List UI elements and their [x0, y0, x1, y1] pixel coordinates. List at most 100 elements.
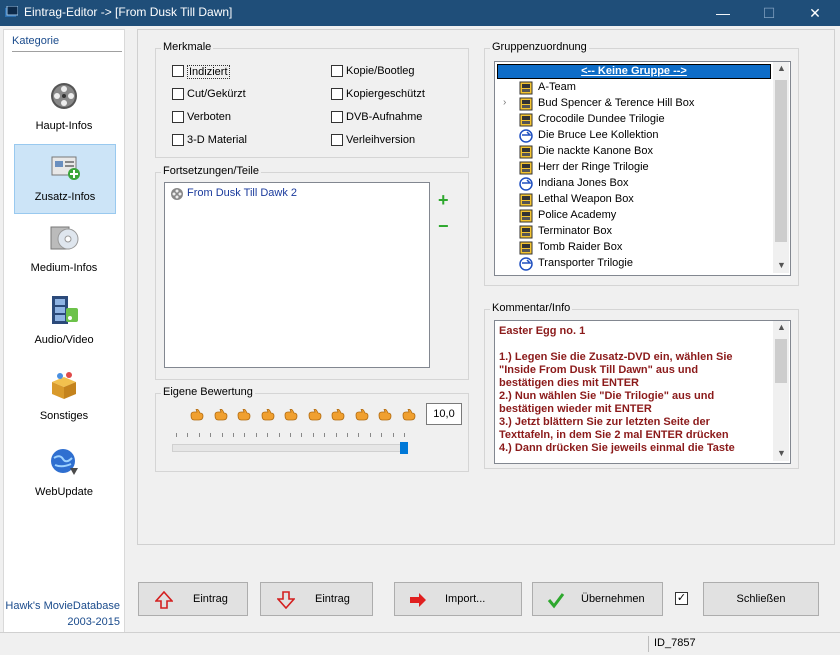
list-item[interactable]: Terminator Box — [495, 224, 773, 240]
sidebar-item-haupt-infos[interactable]: Haupt-Infos — [14, 74, 114, 142]
film-box-icon — [519, 97, 533, 111]
cut-gekuerzt-checkbox[interactable] — [172, 88, 184, 100]
gruppen-title: Gruppenzuordnung — [490, 41, 589, 53]
sidebar-item-label: WebUpdate — [35, 486, 93, 498]
kopie-bootleg-checkbox[interactable] — [331, 65, 343, 77]
remove-fortsetzung-button[interactable]: − — [438, 216, 449, 237]
group-label: Crocodile Dundee Trilogie — [538, 113, 665, 125]
sidebar-item-sonstiges[interactable]: Sonstiges — [14, 364, 114, 432]
slider-tick — [369, 433, 371, 437]
comment-line: 2.) Nun wählen Sie "Die Trilogie" aus un… — [499, 390, 715, 402]
minimize-button[interactable]: — — [700, 0, 746, 26]
list-item[interactable]: Lethal Weapon Box — [495, 192, 773, 208]
rating-stars — [190, 408, 415, 423]
slider-tick — [198, 433, 200, 437]
category-sidebar: Kategorie Haupt-Infos Zusatz-Infos Mediu… — [3, 29, 125, 636]
uebernehmen-button[interactable]: Übernehmen — [532, 582, 663, 616]
brand-name: Hawk's MovieDatabase — [5, 600, 120, 612]
list-item[interactable]: Herr der Ringe Trilogie — [495, 160, 773, 176]
rating-thumb-icon — [308, 408, 322, 421]
red-arrow-right-icon — [410, 593, 426, 607]
verleihversion-checkbox[interactable] — [331, 134, 343, 146]
group-label: Die Bruce Lee Kollektion — [538, 129, 659, 141]
list-item[interactable]: <-- Keine Gruppe --> — [495, 64, 773, 80]
group-label: Indiana Jones Box — [538, 177, 629, 189]
list-item[interactable]: Bud Spencer & Terence Hill Box — [495, 96, 773, 112]
entry-id: ID_7857 — [654, 637, 696, 649]
scroll-up-icon[interactable]: ▲ — [777, 63, 786, 73]
category-heading: Kategorie — [12, 35, 60, 47]
rating-thumb-icon — [284, 408, 298, 421]
comment-line: "Inside From Dusk Till Dawn" aus und — [499, 364, 699, 376]
sidebar-item-medium-infos[interactable]: Medium-Infos — [14, 216, 114, 284]
sidebar-item-label: Haupt-Infos — [35, 120, 93, 132]
merkmale-title: Merkmale — [161, 41, 214, 53]
scroll-thumb[interactable] — [775, 339, 787, 383]
expand-chevron-icon[interactable]: › — [503, 97, 506, 108]
comment-line: 4.) Dann drücken Sie jeweils einmal die … — [499, 442, 735, 454]
list-item[interactable]: From Dusk Till Dawk 2 — [169, 186, 419, 202]
kopiergeschuetzt-checkbox[interactable] — [331, 88, 343, 100]
schliessen-button[interactable]: Schließen — [703, 582, 819, 616]
close-after-save-checkbox[interactable]: ✓ — [675, 592, 688, 605]
list-item[interactable]: Tomb Raider Box — [495, 240, 773, 256]
add-fortsetzung-button[interactable]: + — [438, 190, 449, 211]
kommentar-textarea[interactable]: Easter Egg no. 1 1.) Legen Sie die Zusatz… — [494, 320, 791, 464]
scroll-up-icon[interactable]: ▲ — [777, 322, 786, 332]
scroll-thumb[interactable] — [775, 80, 787, 242]
film-box-icon — [519, 161, 533, 175]
rating-thumb-icon — [214, 408, 228, 421]
list-item[interactable]: Die nackte Kanone Box — [495, 144, 773, 160]
rating-slider[interactable] — [172, 430, 408, 458]
sidebar-item-label: Medium-Infos — [30, 262, 98, 274]
list-item[interactable]: Transporter Trilogie — [495, 256, 773, 272]
scroll-down-icon[interactable]: ▼ — [777, 260, 786, 270]
brand-years: 2003-2015 — [67, 616, 120, 628]
filmstrip-music-icon — [52, 296, 78, 324]
sidebar-item-audio-video[interactable]: Audio/Video — [14, 288, 114, 356]
title-bar[interactable]: Eintrag-Editor -> [From Dusk Till Dawn] … — [0, 0, 840, 26]
fortsetzungen-list[interactable]: From Dusk Till Dawk 2 — [164, 182, 430, 368]
list-item[interactable]: Police Academy — [495, 208, 773, 224]
group-label: Tomb Raider Box — [538, 241, 623, 253]
slider-tick — [187, 433, 189, 437]
indiziert-checkbox[interactable] — [172, 65, 184, 77]
eintrag-up-button[interactable]: Eintrag — [138, 582, 248, 616]
status-bar: ID_7857 — [0, 632, 840, 655]
sidebar-item-webupdate[interactable]: WebUpdate — [14, 440, 114, 508]
sidebar-item-zusatz-infos[interactable]: Zusatz-Infos — [14, 144, 116, 214]
3d-material-checkbox[interactable] — [172, 134, 184, 146]
import-button[interactable]: Import... — [394, 582, 522, 616]
category-divider — [12, 51, 122, 52]
eintrag-down-button[interactable]: Eintrag — [260, 582, 373, 616]
slider-tick — [301, 433, 303, 437]
gruppen-list[interactable]: <-- Keine Gruppe --> A-Team Bud Spencer & … — [494, 61, 791, 276]
list-item[interactable]: Crocodile Dundee Trilogie — [495, 112, 773, 128]
scroll-down-icon[interactable]: ▼ — [777, 448, 786, 458]
list-item[interactable]: Die Bruce Lee Kollektion — [495, 128, 773, 144]
rating-thumb-icon — [237, 408, 251, 421]
window-title: Eintrag-Editor -> [From Dusk Till Dawn] — [24, 5, 233, 19]
indiziert-label: Indiziert — [187, 65, 230, 79]
slider-thumb[interactable] — [400, 442, 408, 454]
film-box-icon — [519, 209, 533, 223]
film-box-icon — [519, 81, 533, 95]
rating-value-field[interactable]: 10,0 — [426, 403, 462, 425]
rating-thumb-icon — [261, 408, 275, 421]
list-item[interactable]: Indiana Jones Box — [495, 176, 773, 192]
maximize-button[interactable]: ☐ — [746, 0, 792, 26]
group-label: Transporter Trilogie — [538, 257, 633, 269]
slider-tick — [290, 433, 291, 437]
gruppen-scrollbar[interactable]: ▲ ▼ — [773, 62, 789, 273]
list-item[interactable]: A-Team — [495, 80, 773, 96]
verboten-label: Verboten — [187, 111, 232, 123]
kommentar-scrollbar[interactable]: ▲ ▼ — [773, 321, 789, 461]
globe-update-icon — [51, 449, 78, 475]
selected-item[interactable]: <-- Keine Gruppe --> — [497, 64, 771, 79]
bewertung-title: Eigene Bewertung — [161, 386, 255, 398]
button-label: Übernehmen — [581, 593, 645, 605]
dvb-aufnahme-checkbox[interactable] — [331, 111, 343, 123]
close-button[interactable]: ✕ — [792, 0, 838, 26]
verboten-checkbox[interactable] — [172, 111, 184, 123]
dvb-aufnahme-label: DVB-Aufnahme — [346, 111, 423, 123]
